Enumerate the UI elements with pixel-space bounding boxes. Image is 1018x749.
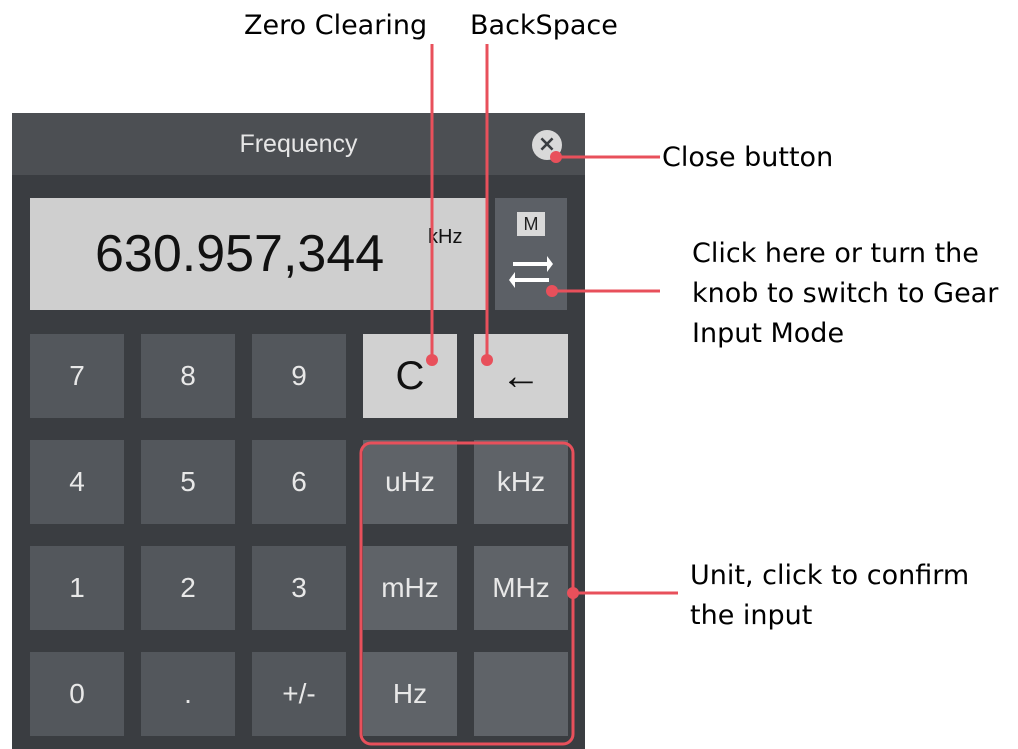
frequency-display: 630.957,344 kHz (30, 198, 488, 310)
clear-button[interactable]: C (363, 334, 457, 418)
key-1[interactable]: 1 (30, 546, 124, 630)
unit-callout: Unit, click to confirm the input (690, 560, 970, 631)
unit-uhz-button[interactable]: uHz (363, 440, 457, 524)
key-3[interactable]: 3 (252, 546, 346, 630)
frequency-value: 630.957,344 (95, 225, 385, 283)
unit-mhz-mega-button[interactable]: MHz (474, 546, 568, 630)
unit-hz-button[interactable]: Hz (363, 652, 457, 736)
key-8[interactable]: 8 (141, 334, 235, 418)
unit-mhz-milli-button[interactable]: mHz (363, 546, 457, 630)
frequency-dialog: Frequency × 630.957,344 kHz M 7 8 9 C ← … (12, 113, 585, 749)
key-4[interactable]: 4 (30, 440, 124, 524)
key-5[interactable]: 5 (141, 440, 235, 524)
gear-mode-callout: Click here or turn the knob to switch to… (692, 238, 999, 349)
blank-key (474, 652, 568, 736)
key-9[interactable]: 9 (252, 334, 346, 418)
unit-khz-button[interactable]: kHz (474, 440, 568, 524)
key-2[interactable]: 2 (141, 546, 235, 630)
backspace-button[interactable]: ← (474, 334, 568, 418)
close-button-callout: Close button (662, 142, 834, 173)
key-6[interactable]: 6 (252, 440, 346, 524)
swap-arrows-icon (509, 256, 553, 288)
close-icon[interactable]: × (532, 130, 562, 160)
dialog-titlebar: Frequency × (12, 113, 585, 175)
key-decimal[interactable]: . (141, 652, 235, 736)
mode-badge: M (517, 212, 545, 236)
backspace-callout: BackSpace (470, 10, 618, 41)
dialog-title: Frequency (239, 130, 358, 158)
key-0[interactable]: 0 (30, 652, 124, 736)
zero-clearing-callout: Zero Clearing (244, 10, 428, 41)
key-plus-minus[interactable]: +/- (252, 652, 346, 736)
key-7[interactable]: 7 (30, 334, 124, 418)
frequency-unit: kHz (428, 226, 463, 248)
gear-mode-toggle-button[interactable]: M (495, 198, 567, 310)
